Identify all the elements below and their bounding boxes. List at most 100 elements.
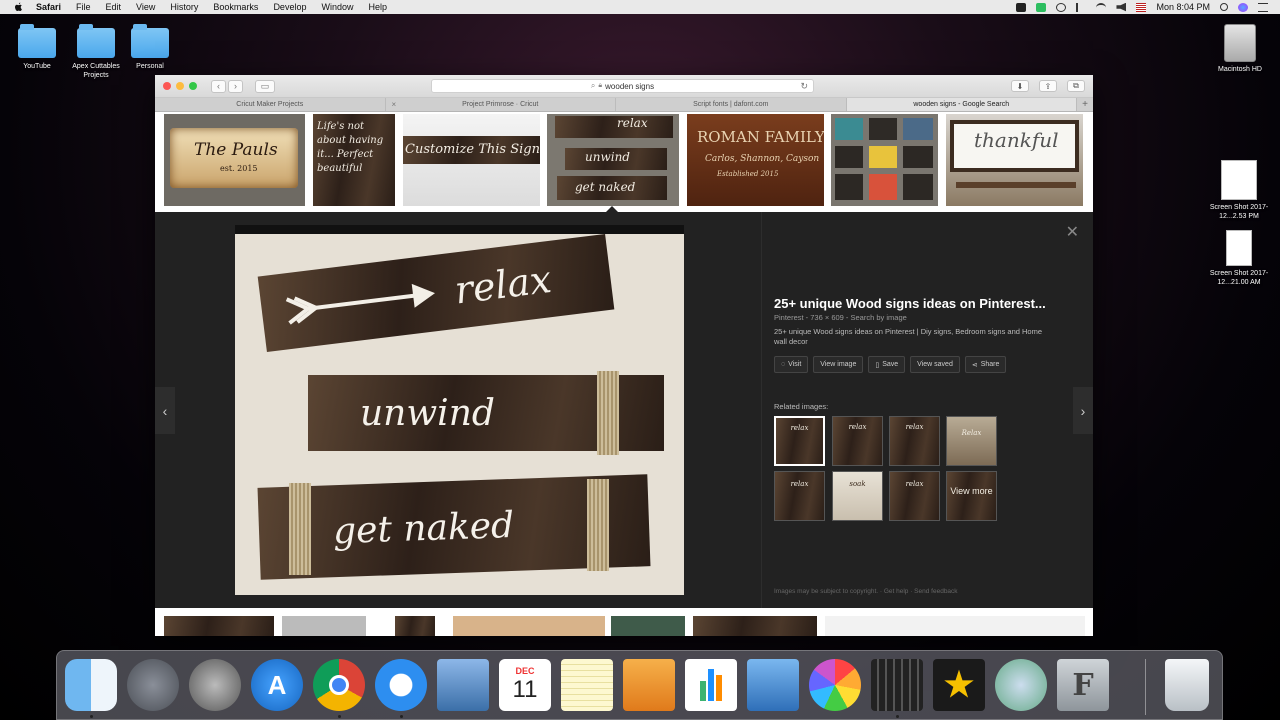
share-button[interactable]: ⇪ (1039, 80, 1057, 92)
result-thumb-roman-family[interactable]: ROMAN FAMILY Carlos, Shannon, Cayson Est… (687, 114, 824, 206)
chrome-icon[interactable] (313, 659, 365, 711)
related-text: Relax (961, 429, 982, 437)
screenflow-icon[interactable] (871, 659, 923, 711)
result-thumb-life-quote[interactable]: Life's not about having it... Perfect be… (313, 114, 395, 206)
result-thumb[interactable] (282, 616, 366, 636)
related-image-7[interactable]: relax (889, 471, 940, 521)
volume-icon[interactable] (1116, 2, 1127, 12)
imovie-star-icon[interactable]: ★ (933, 659, 985, 711)
notification-center-icon[interactable] (1258, 2, 1268, 12)
thumb-text: thankful (974, 128, 1059, 152)
desktop-folder-youtube[interactable]: YouTube (14, 24, 60, 71)
bluetooth-icon[interactable] (1076, 2, 1086, 12)
tabs-overview-button[interactable]: ⧉ (1067, 80, 1085, 92)
close-window-button[interactable] (163, 82, 171, 90)
notes-icon[interactable] (561, 659, 613, 711)
close-icon[interactable]: ✕ (1066, 222, 1079, 242)
result-thumb-customize[interactable]: Customize This Sign (403, 114, 540, 206)
result-thumb[interactable] (825, 616, 1085, 636)
tab-dafont[interactable]: Script fonts | dafont.com (616, 98, 847, 111)
evernote-status-icon[interactable] (1036, 2, 1047, 12)
view-image-button[interactable]: View image (813, 356, 864, 373)
forward-button[interactable]: › (228, 79, 243, 93)
menu-develop[interactable]: Develop (273, 2, 306, 12)
pages-icon[interactable] (623, 659, 675, 711)
menu-help[interactable]: Help (368, 2, 387, 12)
sidebar-button[interactable]: ▭ (255, 79, 275, 93)
new-tab-button[interactable]: + (1077, 98, 1093, 111)
result-thumb-colorful-blocks[interactable] (831, 114, 938, 206)
result-thumb-relax-unwind[interactable]: relax unwind get naked (547, 114, 679, 206)
back-button[interactable]: ‹ (211, 79, 226, 93)
prev-result-button[interactable]: ‹ (155, 387, 175, 434)
view-saved-button[interactable]: View saved (910, 356, 960, 373)
apple-icon[interactable] (14, 2, 23, 12)
related-image-4[interactable]: Relax (946, 416, 997, 466)
trash-icon[interactable] (1165, 659, 1209, 711)
menu-window[interactable]: Window (321, 2, 353, 12)
photos-icon[interactable] (809, 659, 861, 711)
numbers-icon[interactable] (685, 659, 737, 711)
system-preferences-icon[interactable] (189, 659, 241, 711)
downloads-button[interactable]: ⬇ (1011, 80, 1029, 92)
mail-icon[interactable] (437, 659, 489, 711)
tab-google-search[interactable]: wooden signs - Google Search (846, 98, 1077, 111)
tab-project-primrose[interactable]: × Project Primrose · Cricut (386, 98, 616, 111)
menu-file[interactable]: File (76, 2, 91, 12)
menubar-clock[interactable]: Mon 8:04 PM (1156, 2, 1210, 12)
related-image-6[interactable]: soak (832, 471, 883, 521)
save-button[interactable]: ▯ Save (868, 356, 906, 373)
result-thumb[interactable] (395, 616, 435, 636)
share-result-button[interactable]: ⋖ Share (964, 356, 1007, 373)
menu-history[interactable]: History (170, 2, 198, 12)
app-store-icon[interactable]: A (251, 659, 303, 711)
calendar-icon[interactable]: DEC 11 (499, 659, 551, 711)
desktop-macintosh-hd[interactable]: Macintosh HD (1208, 24, 1272, 74)
next-result-button[interactable]: › (1073, 387, 1093, 434)
finder-icon[interactable] (65, 659, 117, 711)
result-thumb[interactable] (453, 616, 605, 636)
address-bar[interactable]: ⌕ 🔒︎ wooden signs ↻ (431, 79, 814, 93)
font-app-icon[interactable]: F (1057, 659, 1109, 711)
timemachine-status-icon[interactable] (1056, 2, 1067, 12)
result-thumb[interactable] (693, 616, 817, 636)
folder-label: Apex Cuttables Projects (72, 63, 120, 79)
related-image-2[interactable]: relax (832, 416, 883, 466)
thumb-text: ROMAN FAMILY (697, 128, 824, 146)
tab-cricut-maker[interactable]: Cricut Maker Projects (155, 98, 386, 111)
visit-button[interactable]: ◌ Visit (774, 356, 809, 373)
related-image-3[interactable]: relax (889, 416, 940, 466)
desktop-screenshot-1[interactable]: Screen Shot 2017-12...2.53 PM (1200, 160, 1278, 221)
spotlight-icon[interactable] (1220, 3, 1228, 11)
next-results-row (155, 608, 1093, 636)
menu-view[interactable]: View (136, 2, 155, 12)
related-image-5[interactable]: relax (774, 471, 825, 521)
menu-bookmarks[interactable]: Bookmarks (213, 2, 258, 12)
result-thumb[interactable] (611, 616, 685, 636)
result-thumb[interactable] (164, 616, 274, 636)
desktop-folder-personal[interactable]: Personal (128, 24, 172, 71)
desktop-screenshot-2[interactable]: Screen Shot 2017-12...21.00 AM (1200, 230, 1278, 287)
desktop-folder-apex[interactable]: Apex Cuttables Projects (64, 24, 128, 80)
result-title[interactable]: 25+ unique Wood signs ideas on Pinterest… (774, 296, 1046, 311)
safari-icon[interactable] (375, 659, 427, 711)
cricut-scissors-icon[interactable] (995, 659, 1047, 711)
launchpad-icon[interactable] (127, 659, 179, 711)
scissors-status-icon[interactable] (1016, 2, 1027, 12)
minimize-window-button[interactable] (176, 82, 184, 90)
menu-edit[interactable]: Edit (106, 2, 122, 12)
menu-app-name[interactable]: Safari (36, 2, 61, 12)
close-tab-icon[interactable]: × (392, 100, 397, 109)
keynote-icon[interactable] (747, 659, 799, 711)
plank-text: get naked (332, 504, 515, 552)
reload-icon[interactable]: ↻ (800, 81, 808, 92)
flag-icon[interactable] (1136, 2, 1147, 12)
view-more-related-button[interactable]: View more (946, 471, 997, 521)
result-thumb-thankful[interactable]: thankful (946, 114, 1083, 206)
siri-icon[interactable] (1238, 2, 1248, 12)
result-thumb-the-pauls[interactable]: The Pauls est. 2015 (164, 114, 305, 206)
related-image-1[interactable]: relax (774, 416, 825, 466)
zoom-window-button[interactable] (189, 82, 197, 90)
main-preview-image[interactable]: relax unwind get naked (235, 225, 684, 595)
wifi-icon[interactable] (1096, 2, 1107, 12)
